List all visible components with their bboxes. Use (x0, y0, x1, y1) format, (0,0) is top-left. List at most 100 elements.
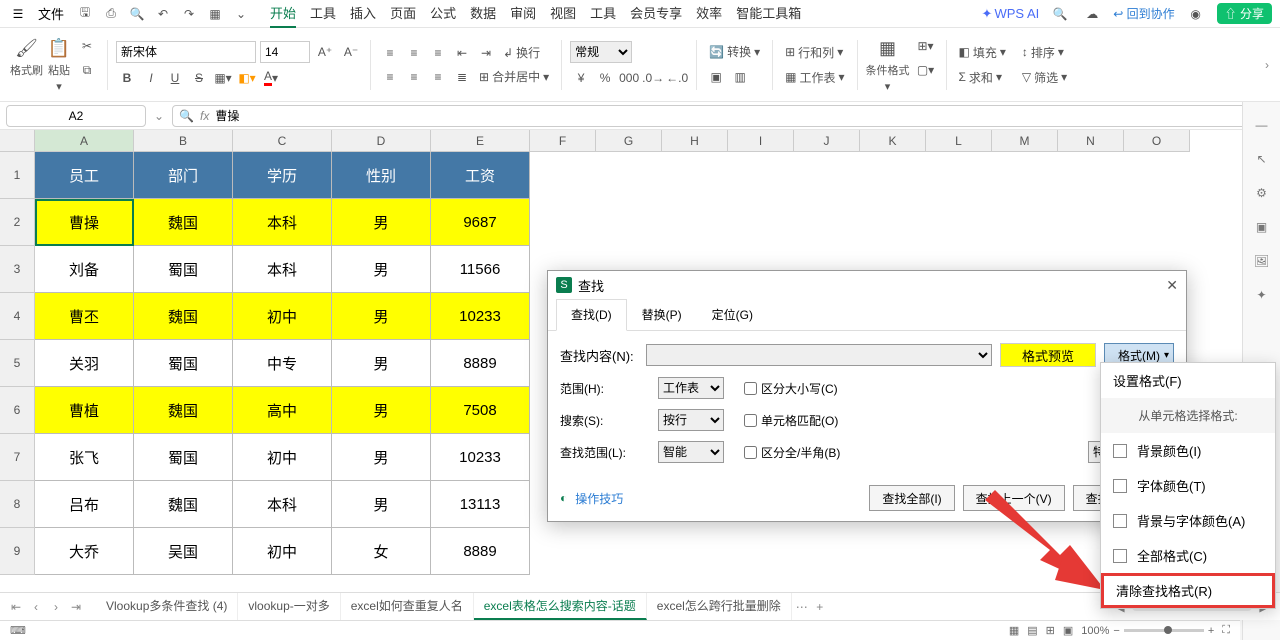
table-cell[interactable]: 蜀国 (134, 246, 233, 293)
row-col-button[interactable]: ⊞ 行和列▾ (781, 42, 848, 63)
table-cell[interactable]: 吴国 (134, 528, 233, 575)
tip-link[interactable]: 操作技巧 (575, 490, 623, 507)
menu-set-format[interactable]: 设置格式(F) (1101, 363, 1275, 398)
table-cell[interactable]: 曹丕 (35, 293, 134, 340)
sheet-tab[interactable]: excel怎么跨行批量删除 (647, 593, 792, 620)
table-cell[interactable]: 魏国 (134, 481, 233, 528)
menu-tab-0[interactable]: 开始 (270, 0, 296, 28)
match-cell-checkbox[interactable]: 单元格匹配(O) (744, 412, 838, 429)
back-collab-link[interactable]: ↩ 回到协作 (1113, 5, 1174, 22)
col-header-I[interactable]: I (728, 130, 794, 152)
bold-button[interactable]: B (116, 67, 138, 89)
menu-tab-11[interactable]: 智能工具箱 (736, 0, 801, 28)
align-center-icon[interactable]: ≡ (403, 66, 425, 88)
qat-undo-icon[interactable]: ↶ (152, 3, 174, 25)
sheet-tab[interactable]: excel如何查重复人名 (341, 593, 474, 620)
record-icon[interactable]: ◉ (1185, 3, 1207, 25)
table-cell[interactable]: 曹操 (35, 199, 134, 246)
currency-icon[interactable]: ¥ (570, 67, 592, 89)
sheet-tab[interactable]: vlookup-一对多 (238, 593, 340, 620)
view-page-icon[interactable]: ▤ (1027, 624, 1037, 637)
table-cell[interactable]: 魏国 (134, 293, 233, 340)
first-sheet-icon[interactable]: ⇤ (8, 599, 24, 615)
table-cell[interactable]: 13113 (431, 481, 530, 528)
align-top-icon[interactable]: ≡ (379, 42, 401, 64)
menu-tab-4[interactable]: 公式 (430, 0, 456, 28)
view-reading-icon[interactable]: ▣ (1063, 624, 1073, 637)
table-cell[interactable]: 男 (332, 199, 431, 246)
table-cell[interactable]: 男 (332, 434, 431, 481)
table-cell[interactable]: 蜀国 (134, 340, 233, 387)
convert-b-icon[interactable]: ▥ (729, 66, 751, 88)
indent-left-icon[interactable]: ⇤ (451, 42, 473, 64)
match-case-checkbox[interactable]: 区分大小写(C) (744, 380, 838, 397)
wps-ai-button[interactable]: ✦ WPS AI (982, 6, 1040, 22)
copy-icon[interactable]: ⧉ (75, 60, 99, 80)
table-cell[interactable]: 男 (332, 387, 431, 434)
row-header-4[interactable]: 4 (0, 293, 35, 340)
ribbon-scroll-right-icon[interactable]: › (1258, 56, 1276, 74)
table-cell[interactable]: 女 (332, 528, 431, 575)
filter-button[interactable]: ▽ 筛选▾ (1018, 67, 1071, 88)
col-header-H[interactable]: H (662, 130, 728, 152)
table-cell[interactable]: 7508 (431, 387, 530, 434)
decrease-font-icon[interactable]: A⁻ (340, 41, 362, 63)
table-cell[interactable]: 大乔 (35, 528, 134, 575)
close-icon[interactable]: ✕ (1166, 277, 1178, 294)
table-cell[interactable]: 高中 (233, 387, 332, 434)
border-button[interactable]: ▦▾ (212, 67, 234, 89)
prev-sheet-icon[interactable]: ‹ (28, 599, 44, 615)
table-cell[interactable]: 魏国 (134, 199, 233, 246)
add-sheet-icon[interactable]: + (812, 599, 828, 615)
italic-button[interactable]: I (140, 67, 162, 89)
image-icon[interactable]: 🖼 (1251, 250, 1273, 272)
table-cell[interactable]: 关羽 (35, 340, 134, 387)
name-box[interactable] (6, 105, 146, 127)
table-header-cell[interactable]: 工资 (431, 152, 530, 199)
table-style-icon[interactable]: ⊞▾ (914, 36, 938, 56)
menu-tab-8[interactable]: 工具 (590, 0, 616, 28)
table-cell[interactable]: 男 (332, 340, 431, 387)
align-bottom-icon[interactable]: ≡ (427, 42, 449, 64)
menu-bg-color[interactable]: 背景颜色(I) (1101, 433, 1275, 468)
fx-icon[interactable]: fx (200, 109, 209, 123)
minus-icon[interactable]: — (1251, 114, 1273, 136)
merge-center-button[interactable]: ⊞合并居中▾ (475, 66, 553, 88)
cell-style-icon[interactable]: ▢▾ (914, 60, 938, 80)
font-name-select[interactable] (116, 41, 256, 63)
col-header-N[interactable]: N (1058, 130, 1124, 152)
percent-icon[interactable]: % (594, 67, 616, 89)
col-header-O[interactable]: O (1124, 130, 1190, 152)
table-cell[interactable]: 10233 (431, 434, 530, 481)
row-header-1[interactable]: 1 (0, 152, 35, 199)
number-format-select[interactable]: 常规 (570, 41, 632, 63)
table-header-cell[interactable]: 性别 (332, 152, 431, 199)
search-icon[interactable]: 🔍 (1049, 3, 1071, 25)
table-cell[interactable]: 11566 (431, 246, 530, 293)
col-header-L[interactable]: L (926, 130, 992, 152)
menu-tab-1[interactable]: 工具 (310, 0, 336, 28)
table-cell[interactable]: 8889 (431, 528, 530, 575)
menu-all-format[interactable]: 全部格式(C) (1101, 538, 1275, 573)
zoom-fx-icon[interactable]: 🔍 (179, 109, 194, 123)
zoom-slider[interactable] (1124, 629, 1204, 632)
fullscreen-icon[interactable]: ⛶ (1222, 624, 1230, 637)
select-all-corner[interactable] (0, 130, 35, 152)
menu-clear-format[interactable]: 清除查找格式(R) (1101, 573, 1275, 608)
table-cell[interactable]: 9687 (431, 199, 530, 246)
table-cell[interactable]: 魏国 (134, 387, 233, 434)
wrap-text-button[interactable]: ↲换行 (499, 42, 544, 64)
row-header-5[interactable]: 5 (0, 340, 35, 387)
table-cell[interactable]: 10233 (431, 293, 530, 340)
increase-font-icon[interactable]: A⁺ (314, 41, 336, 63)
zoom-in-icon[interactable]: + (1208, 625, 1214, 637)
magic-icon[interactable]: ✦ (1251, 284, 1273, 306)
col-header-A[interactable]: A (35, 130, 134, 152)
menu-tab-9[interactable]: 会员专享 (630, 0, 682, 28)
table-cell[interactable]: 本科 (233, 246, 332, 293)
format-painter-button[interactable]: 🖌格式刷 (10, 36, 43, 93)
col-header-M[interactable]: M (992, 130, 1058, 152)
convert-button[interactable]: 🔄 转换▾ (705, 41, 764, 62)
formula-bar[interactable]: 🔍 fx 曹操 (172, 105, 1274, 127)
convert-a-icon[interactable]: ▣ (705, 66, 727, 88)
